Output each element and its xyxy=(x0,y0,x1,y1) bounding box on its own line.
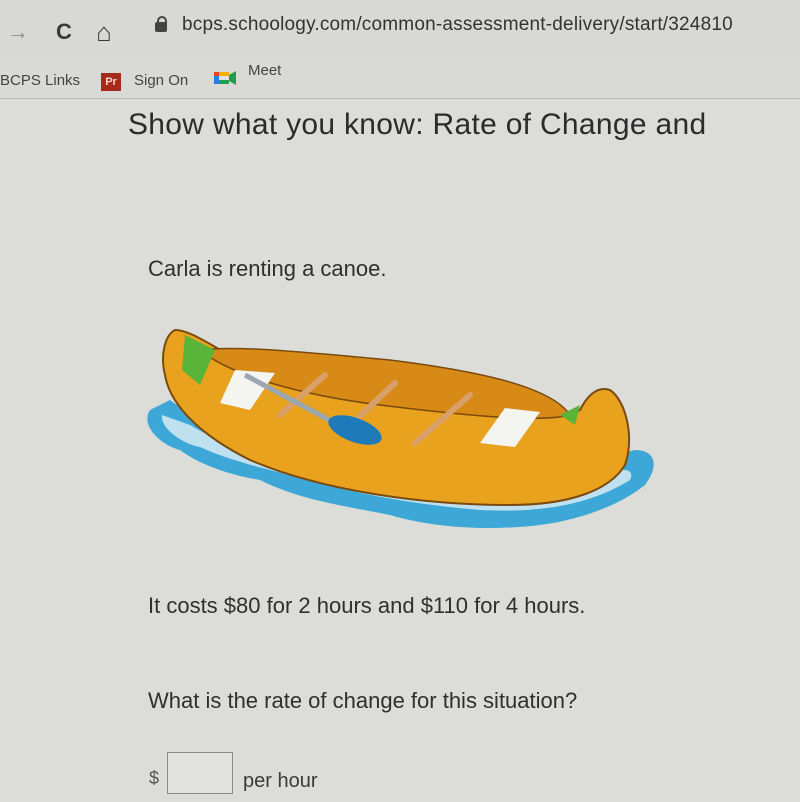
bookmark-bcps-links[interactable]: BCPS Links xyxy=(0,72,80,89)
bookmarks-bar: BCPS Links Pr Sign On Meet xyxy=(0,60,800,99)
problem-statement: It costs $80 for 2 hours and $110 for 4 … xyxy=(148,593,586,618)
bookmark-meet[interactable]: Meet xyxy=(248,62,281,79)
intro-text: Carla is renting a canoe. xyxy=(148,256,387,281)
reload-icon[interactable]: C xyxy=(52,19,76,44)
meet-icon xyxy=(214,71,236,85)
browser-toolbar: → C ⌂ bcps.schoology.com/common-assessme… xyxy=(0,0,800,60)
address-bar[interactable]: bcps.schoology.com/common-assessment-del… xyxy=(182,14,733,36)
lock-icon[interactable] xyxy=(155,16,167,32)
forward-icon[interactable]: → xyxy=(6,19,30,44)
dollar-prefix: $ xyxy=(149,768,160,788)
page-title: Show what you know: Rate of Change and xyxy=(128,108,707,141)
unit-label: per hour xyxy=(243,770,318,792)
rate-answer-input[interactable] xyxy=(167,752,233,794)
home-icon[interactable]: ⌂ xyxy=(92,17,116,47)
bookmark-sign-on[interactable]: Sign On xyxy=(134,72,188,89)
question-text: What is the rate of change for this situ… xyxy=(148,688,578,713)
canoe-illustration xyxy=(147,328,654,528)
pr-icon: Pr xyxy=(101,73,121,91)
